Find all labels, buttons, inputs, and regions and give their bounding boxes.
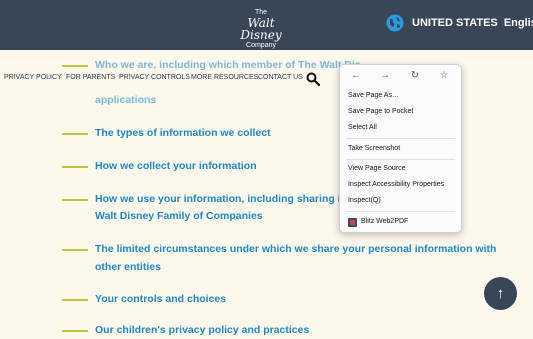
logo-wordmark: Walt Disney: [240, 16, 282, 42]
nav-contact-us[interactable]: CONTACT US: [258, 74, 303, 81]
toc-item-text: The limited circumstances under which we…: [95, 243, 497, 255]
search-icon[interactable]: [306, 72, 320, 86]
menu-take-screenshot[interactable]: Take Screenshot: [348, 145, 400, 152]
context-menu-nav: ← → ↻ ☆: [340, 69, 461, 83]
menu-separator: [346, 211, 455, 212]
menu-save-page-as[interactable]: Save Page As…: [348, 92, 399, 99]
disney-logo[interactable]: The Walt Disney Company: [231, 9, 291, 49]
toc-item-text: Your controls and choices: [95, 293, 227, 305]
toc-accent-line: [62, 249, 88, 251]
browser-context-menu: ← → ↻ ☆ Save Page As… Save Page to Pocke…: [339, 64, 462, 233]
toc-accent-line: [62, 133, 88, 135]
toc-item-text: How we use your information, including s…: [95, 193, 362, 205]
menu-separator: [346, 138, 455, 139]
toc-accent-line: [62, 65, 88, 67]
toc-accent-line: [62, 199, 88, 201]
menu-save-to-pocket[interactable]: Save Page to Pocket: [348, 108, 413, 115]
nav-for-parents[interactable]: FOR PARENTS: [66, 74, 115, 81]
region-selector[interactable]: UNITED STATES English: [412, 17, 533, 29]
toc-accent-line: [62, 299, 88, 301]
region-label: UNITED STATES: [412, 17, 498, 29]
forward-icon[interactable]: →: [378, 69, 392, 83]
nav-more-resources[interactable]: MORE RESOURCES: [191, 74, 258, 81]
bookmark-star-icon[interactable]: ☆: [437, 69, 451, 83]
toc-accent-line: [62, 166, 88, 168]
menu-view-page-source[interactable]: View Page Source: [348, 165, 405, 172]
nav-privacy-controls[interactable]: PRIVACY CONTROLS: [119, 74, 190, 81]
site-header: The Walt Disney Company UNITED STATES En…: [0, 0, 533, 50]
menu-select-all[interactable]: Select All: [348, 124, 377, 131]
nav-privacy-policy[interactable]: PRIVACY POLICY: [4, 74, 62, 81]
toc-item-text: applications: [95, 94, 157, 106]
back-icon[interactable]: ←: [349, 69, 363, 83]
toc-item-text: Walt Disney Family of Companies: [95, 210, 263, 222]
toc-accent-line: [62, 330, 88, 332]
globe-icon[interactable]: [386, 14, 404, 32]
menu-blitz-web2pdf[interactable]: Blitz Web2PDF: [361, 218, 408, 225]
menu-inspect[interactable]: Inspect(Q): [348, 197, 381, 204]
logo-the: The: [254, 9, 268, 16]
toc-item-text: The types of information we collect: [95, 127, 271, 139]
menu-separator: [346, 159, 455, 160]
menu-inspect-accessibility[interactable]: Inspect Accessibility Properties: [348, 181, 444, 188]
logo-company: Company: [246, 42, 276, 49]
reload-icon[interactable]: ↻: [408, 69, 422, 83]
language-label: English: [503, 17, 533, 29]
toc-item-text: other entities: [95, 261, 161, 273]
scroll-to-top-button[interactable]: ↑: [484, 277, 517, 310]
toc-item-text: How we collect your information: [95, 160, 257, 172]
web2pdf-icon: [348, 218, 357, 227]
toc-item-text: Our children's privacy policy and practi…: [95, 324, 310, 336]
toc-item-text: Who we are, including which member of Th…: [95, 59, 361, 71]
arrow-up-icon: ↑: [496, 285, 505, 302]
